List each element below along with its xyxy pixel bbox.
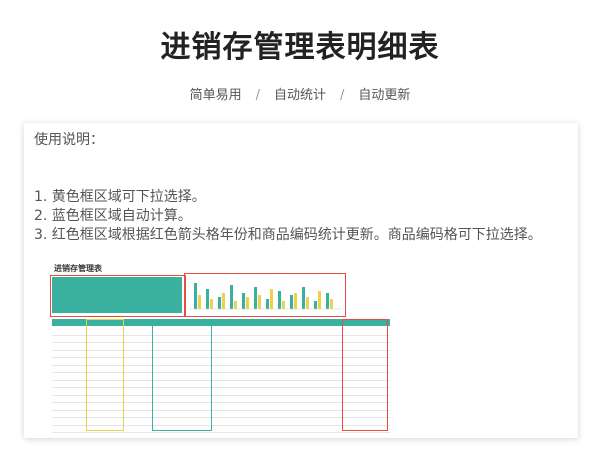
instruction-item: 2. 蓝色框区域自动计算。 <box>34 208 192 224</box>
separator: / <box>340 88 345 103</box>
spreadsheet-preview: 进销存管理表 <box>48 263 400 433</box>
separator: / <box>255 88 260 103</box>
instruction-item: 3. 红色框区域根据红色箭头格年份和商品编码统计更新。商品编码格可下拉选择。 <box>34 227 542 243</box>
instruction-item: 1. 黄色框区域可下拉选择。 <box>34 189 206 205</box>
feature-item: 自动统计 <box>273 88 326 103</box>
feature-item: 简单易用 <box>189 88 242 103</box>
blue-highlight-box <box>152 319 212 431</box>
table-row <box>52 433 390 438</box>
feature-list: 简单易用 / 自动统计 / 自动更新 <box>0 84 600 103</box>
instructions: 使用说明： 1. 黄色框区域可下拉选择。 2. 蓝色框区域自动计算。 3. 红色… <box>34 131 574 245</box>
red-highlight-box <box>50 275 186 317</box>
sheet-title: 进销存管理表 <box>54 264 102 273</box>
preview-card: 使用说明： 1. 黄色框区域可下拉选择。 2. 蓝色框区域自动计算。 3. 红色… <box>24 123 578 438</box>
red-highlight-box <box>184 273 346 317</box>
instructions-heading: 使用说明： <box>34 132 104 148</box>
red-highlight-box <box>342 319 388 431</box>
feature-item: 自动更新 <box>358 88 411 103</box>
yellow-highlight-box <box>86 319 124 431</box>
page-title: 进销存管理表明细表 <box>160 30 440 65</box>
